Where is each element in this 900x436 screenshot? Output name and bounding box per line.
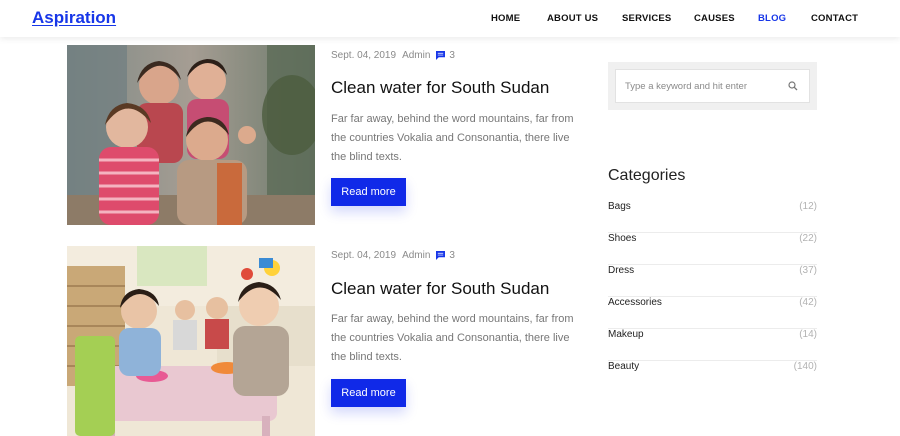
nav-item-causes[interactable]: CAUSES <box>694 13 735 24</box>
comment-icon <box>436 51 446 60</box>
category-item[interactable]: Shoes (22) <box>608 233 817 265</box>
search-input[interactable] <box>615 69 810 103</box>
top-navbar: Aspiration HOME ABOUT US SERVICES CAUSES… <box>0 0 900 37</box>
post-meta: Sept. 04, 2019 Admin 3 <box>331 250 455 261</box>
brand-logo-link[interactable]: Aspiration <box>32 8 116 28</box>
nav-item-services[interactable]: SERVICES <box>622 13 671 24</box>
category-item[interactable]: Makeup (14) <box>608 329 817 361</box>
search-widget <box>608 62 817 110</box>
read-more-button[interactable]: Read more <box>331 379 406 407</box>
nav-item-home[interactable]: HOME <box>491 13 520 24</box>
category-name[interactable]: Shoes <box>608 233 636 244</box>
search-icon[interactable] <box>788 81 798 91</box>
nav-item-blog[interactable]: BLOG <box>758 13 786 24</box>
read-more-button[interactable]: Read more <box>331 178 406 206</box>
category-count: (42) <box>799 297 817 308</box>
post-image-children-classroom[interactable] <box>67 246 315 436</box>
post-author[interactable]: Admin <box>402 50 430 61</box>
category-count: (22) <box>799 233 817 244</box>
category-count: (140) <box>793 361 817 372</box>
nav-item-contact[interactable]: CONTACT <box>811 13 858 24</box>
post-date[interactable]: Sept. 04, 2019 <box>331 50 396 61</box>
post-date[interactable]: Sept. 04, 2019 <box>331 250 396 261</box>
comment-icon <box>436 251 446 260</box>
post-meta: Sept. 04, 2019 Admin 3 <box>331 50 455 61</box>
category-item[interactable]: Beauty (140) <box>608 361 817 393</box>
category-count: (14) <box>799 329 817 340</box>
category-count: (12) <box>799 201 817 212</box>
post-title[interactable]: Clean water for South Sudan <box>331 78 549 98</box>
category-name[interactable]: Bags <box>608 201 631 212</box>
category-count: (37) <box>799 265 817 276</box>
post-comment-count[interactable]: 3 <box>449 50 455 61</box>
post-comment-count[interactable]: 3 <box>449 250 455 261</box>
category-item[interactable]: Accessories (42) <box>608 297 817 329</box>
post-excerpt: Far far away, behind the word mountains,… <box>331 113 574 163</box>
nav-item-about-us[interactable]: ABOUT US <box>547 13 598 24</box>
category-name[interactable]: Dress <box>608 265 634 276</box>
post-image-children-group[interactable] <box>67 45 315 225</box>
post-title[interactable]: Clean water for South Sudan <box>331 279 549 299</box>
categories-heading: Categories <box>608 167 686 184</box>
post-author[interactable]: Admin <box>402 250 430 261</box>
category-item[interactable]: Bags (12) <box>608 201 817 233</box>
category-name[interactable]: Beauty <box>608 361 639 372</box>
category-name[interactable]: Makeup <box>608 329 644 340</box>
category-item[interactable]: Dress (37) <box>608 265 817 297</box>
category-name[interactable]: Accessories <box>608 297 662 308</box>
post-excerpt: Far far away, behind the word mountains,… <box>331 313 574 363</box>
